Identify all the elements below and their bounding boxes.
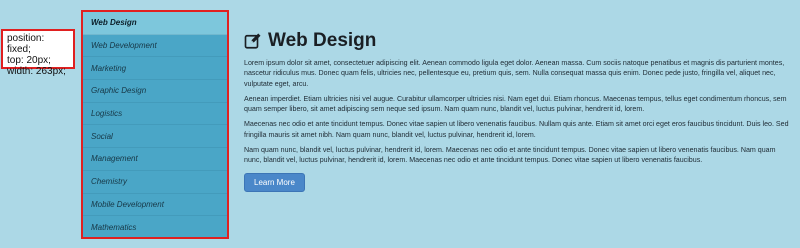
paragraph: Lorem ipsum dolor sit amet, consectetuer… xyxy=(244,59,785,88)
sidebar-item-web-design[interactable]: Web Design xyxy=(83,12,227,35)
paragraph: Nam quam nunc, blandit vel, luctus pulvi… xyxy=(244,146,776,165)
sidebar-item-web-development[interactable]: Web Development xyxy=(83,35,227,58)
title-row: Web Design xyxy=(244,30,794,52)
sidebar-item-logistics[interactable]: Logistics xyxy=(83,103,227,126)
sidebar-item-management[interactable]: Management xyxy=(83,148,227,171)
sidebar-item-chemistry[interactable]: Chemistry xyxy=(83,171,227,194)
sidebar-item-social[interactable]: Social xyxy=(83,125,227,149)
edit-icon xyxy=(244,33,261,49)
paragraph: Aenean imperdiet. Etiam ultricies nisi v… xyxy=(244,94,787,114)
sidebar: Web Design Web Development Marketing Gra… xyxy=(81,10,229,239)
css-annotation-box: position: fixed; top: 20px; width: 263px… xyxy=(1,29,75,77)
sidebar-item-graphic-design[interactable]: Graphic Design xyxy=(83,80,227,103)
sidebar-item-marketing[interactable]: Marketing xyxy=(83,57,227,81)
learn-more-button[interactable]: Learn More xyxy=(244,172,305,192)
page-title: Web Design xyxy=(268,30,377,51)
sidebar-item-mathematics[interactable]: Mathematics xyxy=(83,216,227,237)
paragraph: Maecenas nec odio et ante tincidunt temp… xyxy=(244,120,789,139)
main-content: Web Design Lorem ipsum dolor sit amet, c… xyxy=(244,30,794,192)
sidebar-item-mobile-development[interactable]: Mobile Development xyxy=(83,194,227,217)
